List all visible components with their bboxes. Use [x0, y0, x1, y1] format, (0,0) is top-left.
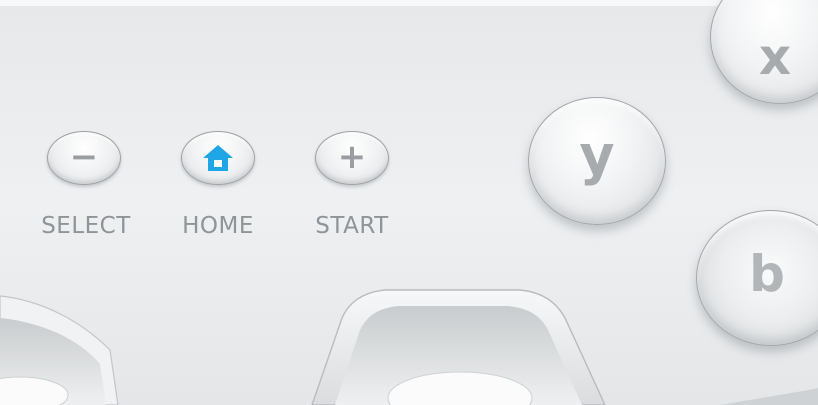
- x-button-letter: x: [758, 28, 792, 86]
- minus-icon: −: [69, 136, 99, 177]
- y-button-letter: y: [579, 124, 615, 187]
- select-label: SELECT: [41, 213, 131, 239]
- home-label: HOME: [182, 213, 254, 239]
- select-button[interactable]: −: [47, 131, 121, 185]
- home-icon: [203, 145, 233, 171]
- b-button-letter: b: [749, 245, 785, 303]
- home-button[interactable]: [181, 131, 255, 185]
- y-button[interactable]: y: [528, 97, 666, 225]
- start-button[interactable]: +: [315, 131, 389, 185]
- controller-closeup: − SELECT HOME + START y x b: [0, 0, 818, 405]
- start-label: START: [315, 213, 389, 239]
- plus-icon: +: [337, 137, 367, 177]
- controller-body: [0, 0, 818, 405]
